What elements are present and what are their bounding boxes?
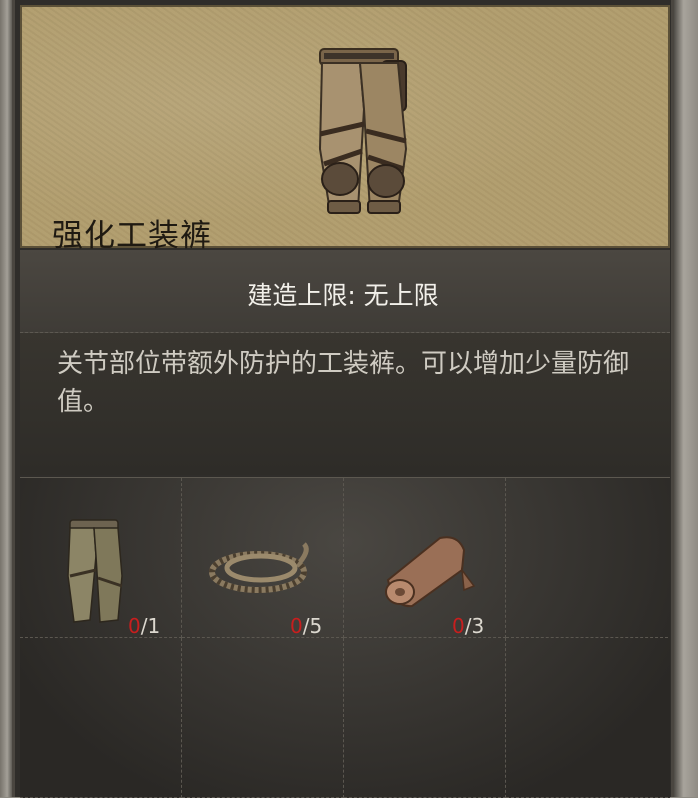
material-need-count: /1 bbox=[140, 614, 161, 638]
material-slot[interactable]: 0/3 bbox=[344, 478, 506, 638]
material-count: 0/1 bbox=[128, 614, 160, 638]
cloth-roll-icon bbox=[385, 536, 476, 608]
material-have-count: 0 bbox=[128, 614, 141, 638]
material-slot-empty[interactable] bbox=[506, 478, 668, 638]
material-slot[interactable]: 0/5 bbox=[182, 478, 344, 638]
item-detail-panel: 强化工装裤 建造上限: 无上限 关节部位带额外防护的工装裤。可以增加少量防御值。… bbox=[12, 0, 674, 798]
material-slot-empty[interactable] bbox=[20, 638, 182, 798]
material-slot-empty[interactable] bbox=[506, 638, 668, 798]
build-limit-text: 建造上限: 无上限 bbox=[247, 281, 439, 310]
material-count: 0/5 bbox=[290, 614, 322, 638]
cargo-pants-icon bbox=[67, 519, 123, 623]
material-need-count: /3 bbox=[464, 614, 485, 638]
materials-grid: 0/1 0/5 0/3 bbox=[20, 477, 670, 798]
right-frame bbox=[674, 0, 698, 797]
material-have-count: 0 bbox=[290, 614, 303, 638]
material-slot[interactable]: 0/1 bbox=[20, 478, 182, 638]
material-slot-empty[interactable] bbox=[182, 638, 344, 798]
material-need-count: /5 bbox=[302, 614, 323, 638]
rope-icon bbox=[209, 542, 309, 593]
material-count: 0/3 bbox=[452, 614, 484, 638]
material-have-count: 0 bbox=[452, 614, 465, 638]
left-frame bbox=[0, 0, 12, 797]
item-header: 强化工装裤 bbox=[20, 5, 670, 254]
item-name: 强化工装裤 bbox=[52, 218, 212, 254]
material-slot-empty[interactable] bbox=[344, 638, 506, 798]
item-description: 关节部位带额外防护的工装裤。可以增加少量防御值。 bbox=[57, 349, 630, 417]
reinforced-cargo-pants-icon bbox=[318, 48, 408, 214]
